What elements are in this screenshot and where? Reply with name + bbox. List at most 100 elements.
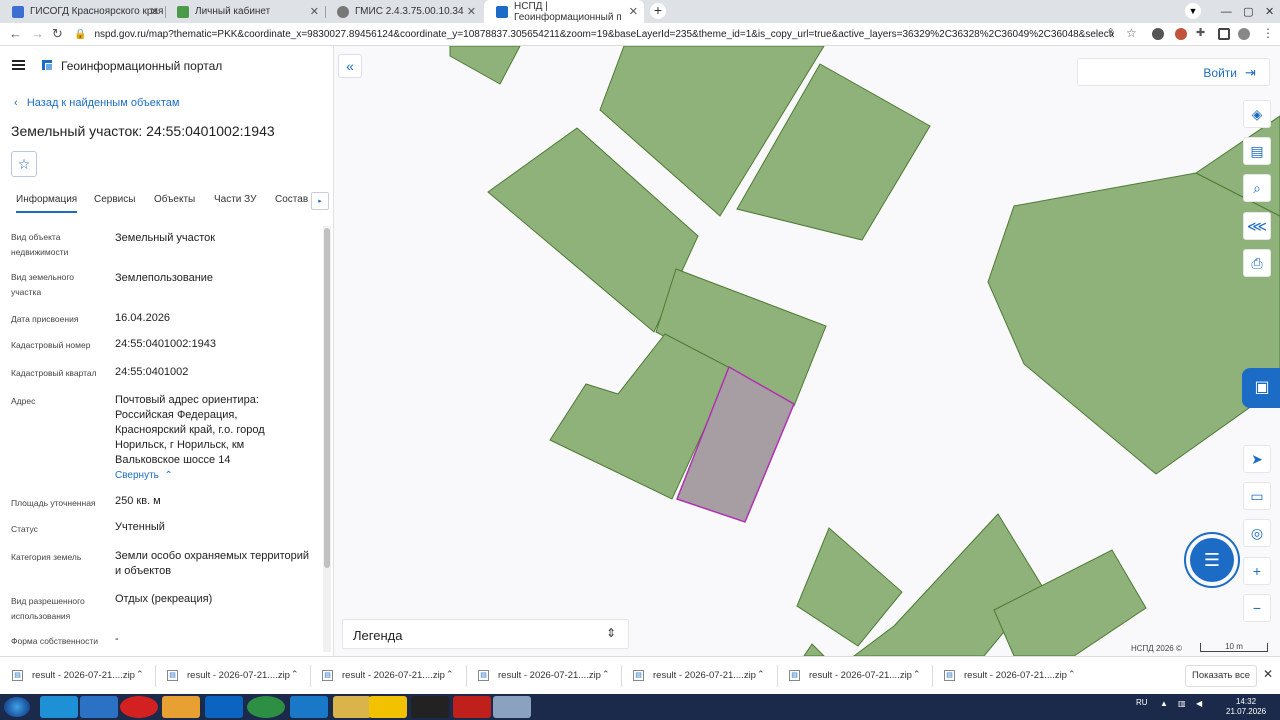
bookmark-star-icon[interactable]: ☆: [1126, 26, 1137, 40]
tab-search-icon[interactable]: ▼: [1185, 3, 1201, 19]
portal-title: Геоинформационный портал: [61, 59, 223, 73]
extension-icon[interactable]: [1175, 28, 1187, 40]
download-item[interactable]: ▤ result - 2026-07-21....zip ⌃: [466, 657, 621, 695]
maximize-icon[interactable]: ▢: [1243, 5, 1253, 18]
side-panel-icon[interactable]: [1218, 28, 1230, 40]
browser-tab[interactable]: ГИСОГД Красноярского края ✕: [0, 0, 165, 23]
clock-time: 14:32: [1236, 697, 1257, 706]
chevron-up-icon[interactable]: ⌃: [291, 669, 299, 680]
yandex-browser-icon[interactable]: [369, 696, 407, 718]
chevron-up-icon[interactable]: ⌃: [446, 669, 454, 680]
map-canvas[interactable]: « Войти ⇥ ◈ ▤ ⌕ ⋘ ⎙ ▣ ➤ ▭ ◎ + − ☰ Легенд…: [334, 46, 1280, 656]
back-arrow-icon[interactable]: ←: [9, 26, 22, 41]
layers-button[interactable]: ◈: [1243, 100, 1271, 128]
property-label: Статус: [11, 524, 38, 534]
legend-panel[interactable]: Легенда ⇕: [342, 619, 629, 649]
property-label: Категория земель: [11, 552, 82, 562]
tab-composition[interactable]: Состав: [275, 194, 308, 205]
tab-close-icon[interactable]: ✕: [150, 5, 159, 18]
tab-parcel-parts[interactable]: Части ЗУ: [214, 194, 256, 205]
start-button[interactable]: [4, 697, 30, 717]
pdf-reader-icon[interactable]: [453, 696, 491, 718]
chevron-up-icon[interactable]: ⌃: [913, 669, 921, 680]
panel-scrollbar[interactable]: [323, 226, 331, 652]
download-item[interactable]: ▤ result - 2026-07-21....zip ⌃: [777, 657, 932, 695]
zoom-out-button[interactable]: −: [1243, 594, 1271, 622]
favorite-button[interactable]: ☆: [11, 151, 37, 177]
profile-avatar-icon[interactable]: [1238, 28, 1250, 40]
lotsman-icon[interactable]: [290, 696, 328, 718]
login-arrow-icon[interactable]: ⇥: [1245, 65, 1261, 81]
folder-icon[interactable]: [333, 696, 371, 718]
area-search-button[interactable]: ⌕: [1243, 174, 1271, 202]
browser-tab[interactable]: Личный кабинет ✕: [165, 0, 325, 23]
share-map-button[interactable]: ⋘: [1243, 212, 1271, 240]
tab-objects[interactable]: Объекты: [154, 194, 195, 205]
tray-chevron-icon[interactable]: ▲: [1160, 699, 1168, 708]
download-item[interactable]: ▤ result - 2026-07-21....zip ⌃: [0, 657, 155, 695]
download-item[interactable]: ▤ result - 2026-07-21....zip ⌃: [155, 657, 310, 695]
chat-button[interactable]: ☰: [1190, 538, 1234, 582]
print-button[interactable]: ⎙: [1243, 249, 1271, 277]
download-item[interactable]: ▤ result - 2026-07-21....zip ⌃: [310, 657, 465, 695]
geolocation-button[interactable]: ➤: [1243, 445, 1271, 473]
download-item[interactable]: ▤ result - 2026-07-21....zip ⌃: [621, 657, 776, 695]
measure-button[interactable]: ▤: [1243, 137, 1271, 165]
login-button[interactable]: Войти: [1203, 66, 1237, 80]
reload-icon[interactable]: ↻: [52, 26, 63, 42]
media-player-icon[interactable]: [162, 696, 200, 718]
new-tab-button[interactable]: +: [650, 3, 666, 19]
close-window-icon[interactable]: ✕: [1265, 5, 1274, 18]
parcel-title: Земельный участок: 24:55:0401002:1943: [11, 123, 275, 139]
pin-button[interactable]: ◎: [1243, 519, 1271, 547]
property-value: 16.04.2026: [115, 312, 171, 324]
app-bird-icon[interactable]: [80, 696, 118, 718]
language-indicator[interactable]: RU: [1136, 698, 1148, 707]
chevron-up-icon[interactable]: ⌃: [757, 669, 765, 680]
tab-close-icon[interactable]: ✕: [467, 5, 476, 18]
extensions-puzzle-icon[interactable]: ✚: [1196, 26, 1205, 39]
browser-tab[interactable]: ГМИС 2.4.3.75.00.10.34 ✕: [325, 0, 482, 23]
expand-updown-icon[interactable]: ⇕: [606, 626, 616, 640]
collapse-address-link[interactable]: Свернуть ⌃: [115, 470, 173, 481]
property-value: -: [115, 633, 119, 645]
show-all-downloads-button[interactable]: Показать все: [1185, 665, 1257, 687]
printer-icon: ⎙: [1251, 255, 1263, 271]
url-field[interactable]: 🔒 nspd.gov.ru/map?thematic=PKK&coordinat…: [74, 26, 1114, 43]
chevron-up-icon[interactable]: ⌃: [1068, 669, 1076, 680]
extension-icon[interactable]: [1152, 28, 1164, 40]
forward-arrow-icon[interactable]: →: [31, 26, 44, 41]
outlook-icon[interactable]: [205, 696, 243, 718]
share-icon[interactable]: ⇪: [1106, 26, 1115, 39]
opera-icon[interactable]: [120, 696, 158, 718]
minimize-icon[interactable]: —: [1221, 6, 1232, 18]
tab-information[interactable]: Информация: [16, 194, 78, 213]
share-icon: ⋘: [1247, 218, 1267, 234]
ie-icon[interactable]: [40, 696, 78, 718]
browser-tab-active[interactable]: НСПД | Геоинформационный п ✕: [484, 0, 644, 23]
taskbar-clock[interactable]: 14:32 21.07.2026: [1226, 697, 1266, 717]
map-parcel: [803, 643, 825, 656]
chrome-icon[interactable]: [247, 696, 285, 718]
menu-burger-icon[interactable]: [12, 60, 25, 70]
close-downloads-icon[interactable]: ✕: [1263, 667, 1273, 681]
chevron-up-icon[interactable]: ⌃: [136, 669, 144, 680]
paint-icon[interactable]: [493, 696, 531, 718]
7zip-icon[interactable]: [411, 696, 449, 718]
back-to-results-link[interactable]: ‹ Назад к найденным объектам: [14, 97, 179, 109]
zoom-in-button[interactable]: +: [1243, 557, 1271, 585]
property-label: Кадастровый номер: [11, 340, 91, 350]
tab-close-icon[interactable]: ✕: [629, 5, 638, 18]
network-icon[interactable]: ▥: [1178, 699, 1186, 708]
chevron-up-icon[interactable]: ⌃: [602, 669, 610, 680]
tab-services[interactable]: Сервисы: [94, 194, 135, 205]
tabs-next-button[interactable]: ▸: [311, 192, 329, 210]
download-item[interactable]: ▤ result - 2026-07-21....zip ⌃: [932, 657, 1087, 695]
collapse-panel-button[interactable]: «: [338, 54, 362, 78]
side-widget-button[interactable]: ▣: [1242, 368, 1280, 408]
tab-close-icon[interactable]: ✕: [310, 5, 319, 18]
browser-menu-icon[interactable]: ⋮: [1262, 26, 1274, 40]
basemap-button[interactable]: ▭: [1243, 482, 1271, 510]
volume-icon[interactable]: ◀: [1196, 699, 1202, 708]
scrollbar-thumb[interactable]: [324, 228, 330, 568]
